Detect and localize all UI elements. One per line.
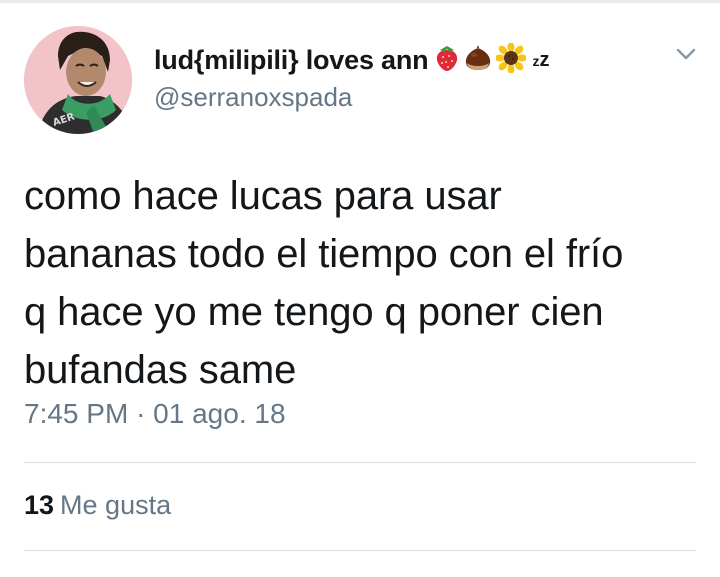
- chevron-down-icon[interactable]: [672, 44, 700, 64]
- tweet-timestamp[interactable]: 7:45 PM · 01 ago. 18: [24, 398, 286, 430]
- top-border: [0, 0, 720, 3]
- tweet-text-line: q hace yo me tengo q poner cien: [24, 290, 604, 334]
- tweet-text-line: bananas todo el tiempo con el frío: [24, 232, 624, 276]
- tweet-text: como hace lucas para usar bananas todo e…: [24, 167, 704, 399]
- tweet-time: 7:45 PM: [24, 398, 129, 429]
- likes-stat[interactable]: 13 Me gusta: [24, 490, 171, 521]
- likes-count: 13: [24, 490, 55, 520]
- likes-label: Me gusta: [60, 490, 172, 520]
- tweet-text-line: como hace lucas para usar: [24, 174, 502, 218]
- timestamp-separator: ·: [136, 398, 146, 429]
- tweet-date: 01 ago. 18: [153, 398, 286, 429]
- strawberry-icon: [434, 44, 460, 77]
- zzz-icon: zz: [532, 49, 550, 71]
- avatar-photo-icon: AER: [24, 26, 132, 134]
- divider: [24, 462, 696, 463]
- sunflower-icon: [495, 41, 528, 78]
- name-emoji-set: zz: [434, 41, 550, 78]
- user-info[interactable]: lud{milipili} loves ann zz @serranoxspad…: [154, 40, 549, 113]
- chestnut-icon: [464, 44, 492, 76]
- display-name-row: lud{milipili} loves ann zz: [154, 40, 549, 80]
- avatar[interactable]: AER: [24, 26, 132, 134]
- divider: [24, 550, 696, 551]
- display-name[interactable]: lud{milipili} loves ann: [154, 45, 429, 76]
- user-handle[interactable]: @serranoxspada: [154, 82, 549, 113]
- tweet-text-line: bufandas same: [24, 348, 297, 392]
- tweet-card: AER lud{milipili} loves ann zz @serranox…: [0, 0, 720, 577]
